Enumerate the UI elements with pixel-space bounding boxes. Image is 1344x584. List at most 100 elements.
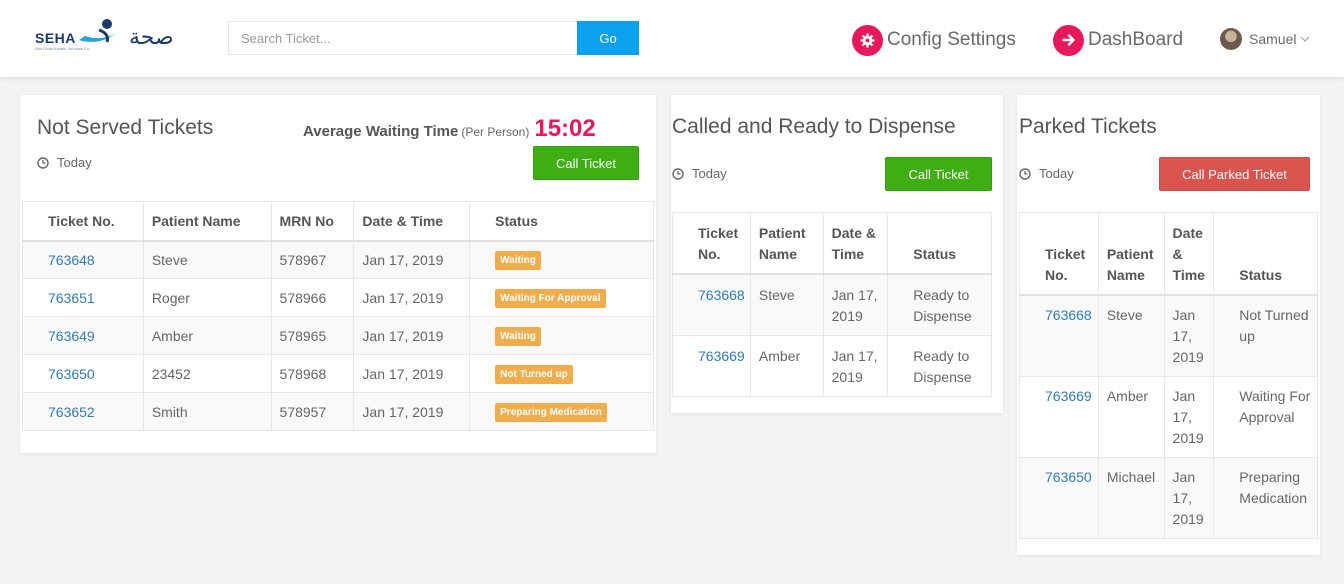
parked-panel: Parked Tickets Today Call Parked Ticket … [1017,95,1320,555]
user-name: Samuel [1249,31,1297,47]
table-row: 763669 Amber Jan 17, 2019 Ready to Dispe… [672,334,992,397]
patient-name: Amber [1097,375,1165,458]
status-badge: Waiting [495,326,541,346]
date-value: Jan 17, 2019 [353,240,471,279]
column-header[interactable]: Ticket No. [672,212,751,275]
panel-title: Called and Ready to Dispense [672,115,956,138]
parked-table: Ticket No. Patient Name Date & Time Stat… [1019,212,1318,539]
mrn-value: 578966 [270,278,355,317]
column-header[interactable]: Patient Name [142,201,272,242]
column-header[interactable]: Status [1213,212,1318,296]
period-filter: Today [1019,166,1074,181]
not-served-panel: Not Served Tickets Average Waiting Time … [20,95,656,453]
ticket-link[interactable]: 763651 [48,290,95,306]
status-text: Not Turned up [1213,294,1318,377]
logo-arabic-text: صحة [129,25,174,50]
arrow-right-circle-icon [1053,24,1084,56]
table-row: 763650 Michael Jan 17, 2019 Preparing Me… [1019,456,1318,539]
table-row: 763668 Steve Jan 17, 2019 Ready to Dispe… [672,273,992,336]
patient-name: Steve [749,273,824,336]
avg-waiting-value: 15:02 [534,115,596,142]
seha-logo[interactable]: SEHA صحة Abu Dhabi Health Services Co. [33,18,178,54]
chevron-down-icon [1300,34,1310,45]
table-header-row: Ticket No. Patient Name Date & Time Stat… [672,212,992,275]
table-row: 763669 Amber Jan 17, 2019 Waiting For Ap… [1019,375,1318,458]
clock-icon [672,167,684,180]
nav-config-settings[interactable]: Config Settings [852,24,1016,56]
search-go-button[interactable]: Go [577,21,639,55]
column-header[interactable]: Status [469,201,654,242]
status-badge: Waiting [495,250,541,270]
column-header[interactable]: MRN No [270,201,355,242]
ticket-link[interactable]: 763650 [48,366,95,382]
date-value: Jan 17, 2019 [822,273,889,336]
date-value: Jan 17, 2019 [353,316,471,355]
table-row: 763652 Smith 578957 Jan 17, 2019 Prepari… [22,392,654,431]
avg-waiting-label: Average Waiting Time [303,123,459,140]
user-menu[interactable]: Samuel [1220,27,1310,51]
nav-config-label: Config Settings [887,29,1016,50]
ticket-link[interactable]: 763668 [698,287,745,303]
called-panel: Called and Ready to Dispense Today Call … [671,95,1003,413]
column-header[interactable]: Patient Name [749,212,824,275]
date-value: Jan 17, 2019 [822,334,889,397]
average-waiting-time: Average Waiting Time (Per Person) 15:02 [303,115,596,143]
column-header[interactable]: Ticket No. [22,201,144,242]
search-input[interactable] [228,21,577,55]
called-table: Ticket No. Patient Name Date & Time Stat… [672,212,992,397]
column-header[interactable]: Date & Time [1163,212,1215,296]
ticket-link[interactable]: 763669 [698,348,745,364]
ticket-link[interactable]: 763652 [48,404,95,420]
avatar [1220,28,1242,50]
patient-name: 23452 [142,354,272,393]
not-served-table: Ticket No. Patient Name MRN No Date & Ti… [22,201,654,431]
nav-dashboard[interactable]: DashBoard [1053,24,1183,56]
period-label: Today [692,166,727,181]
status-text: Ready to Dispense [887,273,992,336]
call-ticket-button[interactable]: Call Ticket [885,157,992,191]
table-row: 763649 Amber 578965 Jan 17, 2019 Waiting [22,316,654,355]
date-value: Jan 17, 2019 [1163,294,1215,377]
ticket-link[interactable]: 763648 [48,252,95,268]
logo-subtitle: Abu Dhabi Health Services Co. [35,46,91,51]
ticket-link[interactable]: 763668 [1045,307,1092,323]
status-badge: Waiting For Approval [495,288,606,308]
status-text: Waiting For Approval [1213,375,1318,458]
date-value: Jan 17, 2019 [353,278,471,317]
period-label: Today [1039,166,1074,181]
panel-title: Parked Tickets [1019,115,1157,138]
column-header[interactable]: Date & Time [353,201,471,242]
call-parked-ticket-button[interactable]: Call Parked Ticket [1159,157,1310,191]
table-row: 763651 Roger 578966 Jan 17, 2019 Waiting… [22,278,654,317]
ticket-link[interactable]: 763669 [1045,388,1092,404]
nav-dashboard-label: DashBoard [1088,29,1184,50]
status-text: Ready to Dispense [887,334,992,397]
patient-name: Smith [142,392,272,431]
column-header[interactable]: Date & Time [822,212,889,275]
logo-mark-icon [79,19,117,43]
column-header[interactable]: Patient Name [1097,212,1165,296]
call-ticket-button[interactable]: Call Ticket [533,146,639,180]
status-badge: Preparing Medication [495,402,607,422]
table-row: 763668 Steve Jan 17, 2019 Not Turned up [1019,294,1318,377]
column-header[interactable]: Ticket No. [1019,212,1099,296]
patient-name: Amber [749,334,824,397]
ticket-link[interactable]: 763650 [1045,469,1092,485]
avg-waiting-note: (Per Person) [461,125,530,139]
status-text: Preparing Medication [1213,456,1318,539]
gear-icon [852,24,883,56]
clock-icon [37,156,49,169]
mrn-value: 578967 [270,240,355,279]
table-row: 763650 23452 578968 Jan 17, 2019 Not Tur… [22,354,654,393]
patient-name: Michael [1097,456,1165,539]
ticket-link[interactable]: 763649 [48,328,95,344]
panel-title: Not Served Tickets [37,116,214,139]
column-header[interactable]: Status [887,212,992,275]
table-header-row: Ticket No. Patient Name MRN No Date & Ti… [22,201,654,242]
mrn-value: 578957 [270,392,355,431]
mrn-value: 578965 [270,316,355,355]
period-label: Today [57,155,92,170]
period-filter: Today [37,155,92,170]
date-value: Jan 17, 2019 [1163,375,1215,458]
search-bar: Go [228,21,639,55]
